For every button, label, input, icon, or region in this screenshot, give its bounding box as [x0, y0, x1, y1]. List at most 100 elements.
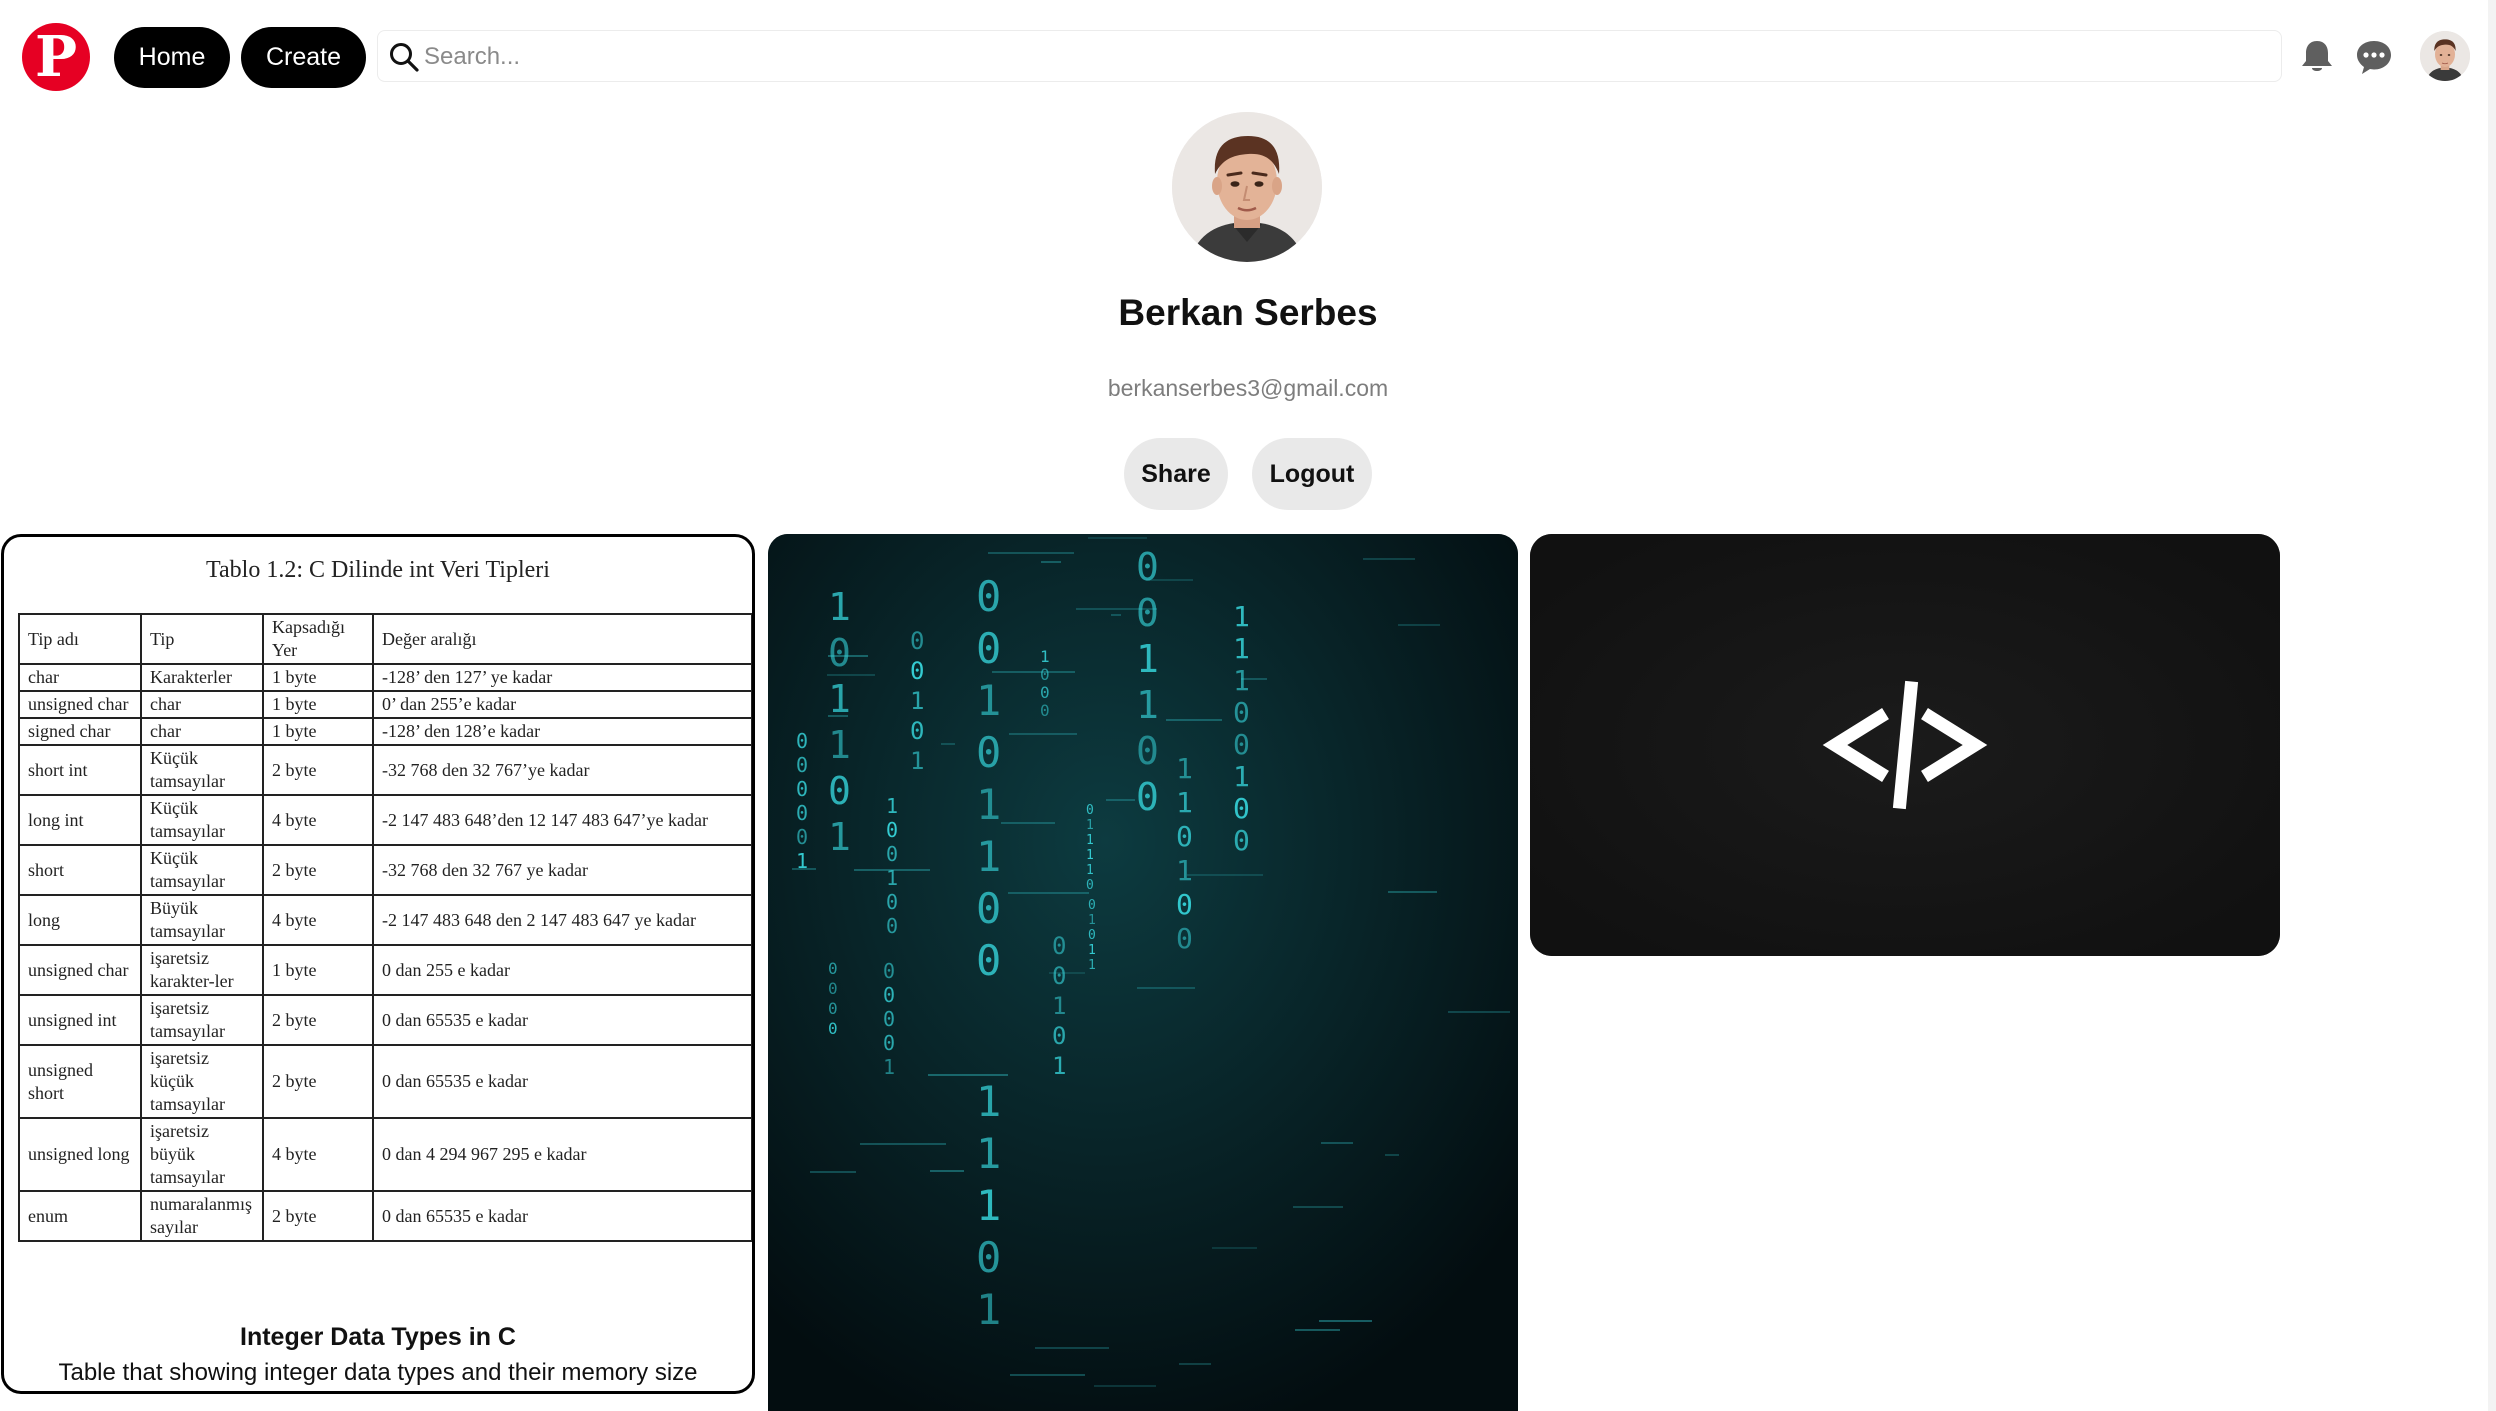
table-cell: işaretsiz karakter-ler: [140, 944, 264, 996]
search-icon[interactable]: [388, 41, 420, 73]
pin-card-binary-code[interactable]: 1011010000010010100101100100010010001111…: [768, 534, 1518, 1411]
binary-digit: 0: [883, 1031, 895, 1055]
glitch-streak: [1035, 1347, 1109, 1349]
glitch-streak: [1008, 892, 1089, 894]
table-cell: 1 byte: [262, 717, 374, 746]
binary-digit: 0: [1136, 775, 1159, 819]
table-header-cell: Kapsadığı Yer: [262, 613, 374, 665]
glitch-streak: [1106, 799, 1135, 801]
binary-digit: 0: [883, 983, 895, 1007]
data-types-table: Tip adı Tip Kapsadığı Yer Değer aralığı …: [18, 613, 752, 1242]
glitch-streak: [1398, 624, 1440, 626]
binary-digit: 1: [976, 780, 1001, 829]
binary-digit: 1: [828, 815, 851, 859]
pin-card-code-symbol[interactable]: [1530, 534, 2280, 956]
table-cell: short: [18, 844, 142, 896]
bell-icon[interactable]: [2297, 37, 2337, 77]
table-cell: unsigned short: [18, 1044, 142, 1119]
binary-digit: 1: [1136, 637, 1159, 681]
binary-digit: 0: [1136, 729, 1159, 773]
binary-digit: 1: [976, 1285, 1001, 1334]
pin-card-integer-types[interactable]: Tablo 1.2: C Dilinde int Veri Tipleri Ti…: [1, 534, 755, 1394]
glitch-streak: [1448, 1011, 1510, 1013]
glitch-streak: [992, 671, 1075, 673]
table-cell: char: [18, 663, 142, 692]
search-input[interactable]: [422, 35, 2266, 79]
binary-digit: 1: [1233, 632, 1250, 665]
binary-digit: 0: [976, 936, 1001, 985]
create-button[interactable]: Create: [241, 27, 366, 88]
table-cell: Karakterler: [140, 663, 264, 692]
table-row: unsigned int işaretsiz tamsayılar 2 byte 0 …: [18, 994, 752, 1046]
table-cell: işaretsiz küçük tamsayılar: [140, 1044, 264, 1119]
binary-digit: 1: [976, 1181, 1001, 1230]
binary-digit: 1: [828, 723, 851, 767]
binary-digit: 1: [886, 794, 898, 818]
pinterest-logo-icon[interactable]: P: [22, 23, 90, 91]
pin-description: Table that showing integer data types an…: [58, 1359, 698, 1386]
table-cell: 0 dan 255 e kadar: [372, 944, 752, 996]
glitch-streak: [827, 674, 875, 676]
table-cell: -2 147 483 648 den 2 147 483 647 ye kada…: [372, 894, 752, 946]
table-cell: Küçük tamsayılar: [140, 794, 264, 846]
table-row: unsigned char işaretsiz karakter-ler 1 byt…: [18, 944, 752, 996]
table-cell: -32 768 den 32 767’ye kadar: [372, 744, 752, 796]
table-cell: char: [140, 690, 264, 719]
binary-digit: 1: [1086, 848, 1094, 863]
binary-digit: 0: [910, 657, 924, 685]
table-cell: -2 147 483 648’den 12 147 483 647’ye kad…: [372, 794, 752, 846]
page-scrollbar-track[interactable]: [2488, 0, 2496, 1411]
glitch-streak: [1076, 608, 1157, 610]
binary-digit: 1: [976, 1129, 1001, 1178]
binary-digit: 0: [828, 999, 838, 1018]
binary-digit: 1: [1136, 683, 1159, 727]
table-body: char Karakterler 1 byte -128’ den 127’ ye k…: [18, 663, 752, 1242]
binary-digit: 0: [886, 914, 898, 938]
table-cell: 2 byte: [262, 844, 374, 896]
table-cell: 2 byte: [262, 744, 374, 796]
user-avatar[interactable]: [2420, 31, 2470, 81]
binary-digit: 0: [1136, 591, 1159, 635]
avatar-portrait: [2420, 31, 2470, 81]
glitch-streak: [828, 655, 868, 657]
binary-digit: 1: [1086, 863, 1094, 878]
share-button[interactable]: Share: [1124, 438, 1228, 510]
glitch-streak: [1137, 987, 1195, 989]
binary-digit: 0: [1088, 928, 1096, 943]
binary-digit: 0: [796, 801, 808, 825]
binary-digit: 1: [828, 677, 851, 721]
table-cell: short int: [18, 744, 142, 796]
table-cell: -32 768 den 32 767 ye kadar: [372, 844, 752, 896]
chat-bubble-icon[interactable]: [2354, 37, 2394, 77]
binary-digit: 0: [1052, 932, 1066, 960]
binary-digit: 1: [1086, 818, 1094, 833]
code-tag-image: [1530, 534, 2280, 956]
table-caption: Tablo 1.2: C Dilinde int Veri Tipleri: [206, 557, 550, 583]
binary-digit: 0: [883, 1007, 895, 1031]
table-header-cell: Tip: [140, 613, 264, 665]
binary-digit: 1: [1233, 664, 1250, 697]
glitch-streak: [1146, 579, 1193, 581]
glitch-streak: [1179, 1363, 1211, 1365]
table-header-cell: Değer aralığı: [372, 613, 752, 665]
binary-digit: 1: [1088, 958, 1096, 973]
glitch-streak: [1241, 678, 1267, 680]
binary-digit: 1: [1233, 760, 1250, 793]
glitch-streak: [941, 743, 955, 745]
table-header-cell: Tip adı: [18, 613, 142, 665]
binary-digit: 1: [910, 687, 924, 715]
binary-digit: 0: [1233, 696, 1250, 729]
binary-digit: 1: [976, 676, 1001, 725]
table-cell: 4 byte: [262, 894, 374, 946]
table-cell: 1 byte: [262, 944, 374, 996]
glitch-streak: [1010, 1374, 1085, 1376]
binary-digit: 1: [1086, 833, 1094, 848]
binary-digit: 0: [796, 825, 808, 849]
binary-digit: 1: [883, 1055, 895, 1079]
table-cell: unsigned char: [18, 690, 142, 719]
glitch-streak: [1363, 558, 1415, 560]
binary-digit: 1: [828, 585, 851, 629]
glitch-streak: [1388, 891, 1437, 893]
logout-button[interactable]: Logout: [1252, 438, 1372, 510]
home-button[interactable]: Home: [114, 27, 230, 88]
